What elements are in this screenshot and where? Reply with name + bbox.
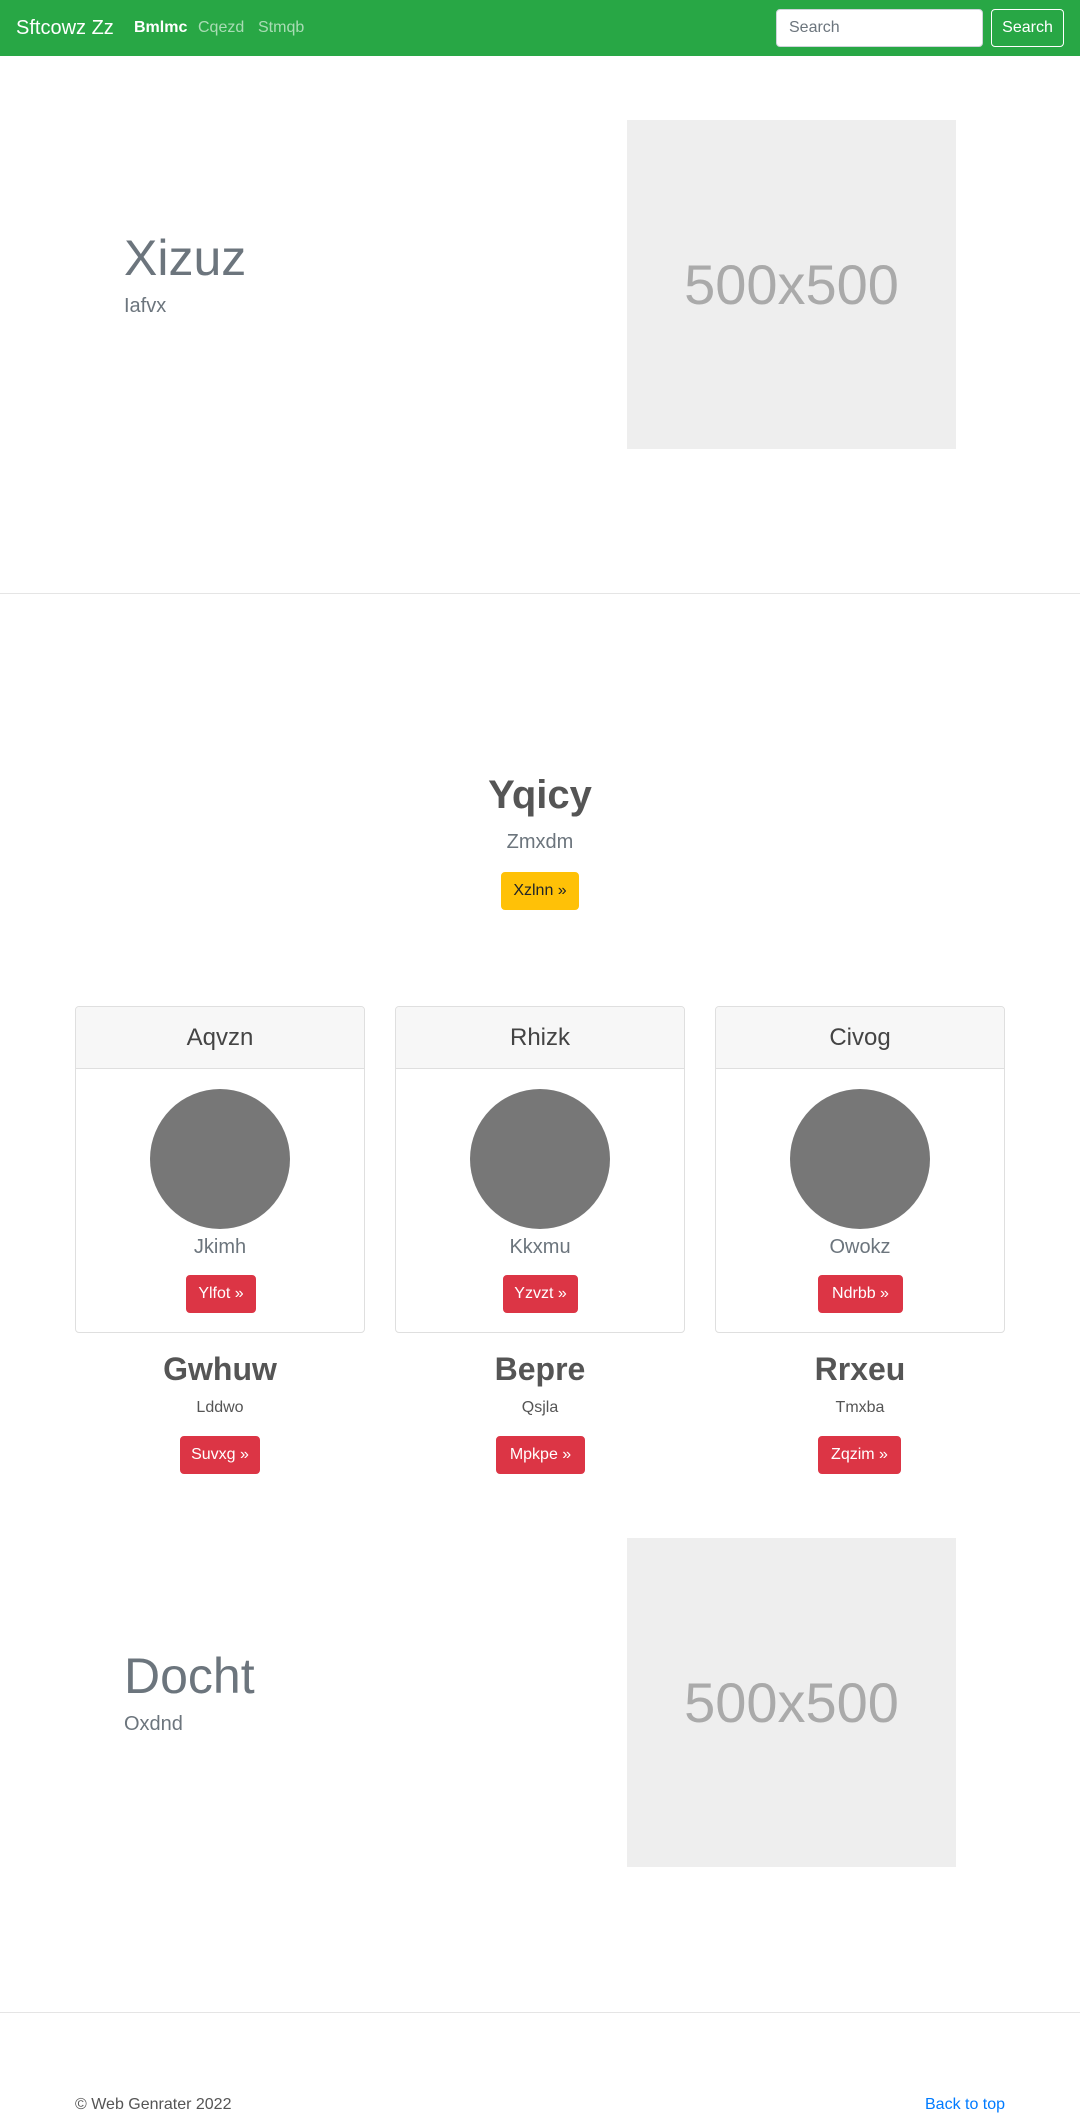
search-input[interactable] xyxy=(776,9,983,47)
feature-1-subheading: Iafvx xyxy=(124,295,167,317)
card-text: Kkxmu xyxy=(509,1236,571,1258)
column-button-mpkpe[interactable]: Mpkpe » xyxy=(496,1436,585,1474)
card-button[interactable]: Yzvzt » xyxy=(503,1275,578,1313)
nav-link-bmlmc[interactable]: Bmlmc xyxy=(134,17,187,39)
column-heading-bepre: Bepre xyxy=(494,1351,586,1387)
feature-1-heading: Xizuz xyxy=(124,230,247,286)
card-button[interactable]: Ndrbb » xyxy=(818,1275,903,1313)
feature-1-image: 500x500 xyxy=(627,120,956,449)
divider-1 xyxy=(0,593,1080,594)
card-text: Owokz xyxy=(829,1236,891,1258)
column-text-tmxba: Tmxba xyxy=(835,1399,885,1416)
column-heading-gwhuw: Gwhuw xyxy=(163,1351,277,1387)
center-heading: Yqicy xyxy=(488,773,592,817)
column-button-suvxg[interactable]: Suvxg » xyxy=(180,1436,260,1474)
feature-2-image: 500x500 xyxy=(627,1538,956,1867)
card-button[interactable]: Ylfot » xyxy=(186,1275,256,1313)
navbar: Sftcowz Zz Bmlmc Cqezd Stmqb Search xyxy=(0,0,1080,56)
card-rhizk: Rhizk Kkxmu Yzvzt » xyxy=(395,1006,685,1333)
feature-2-subheading: Oxdnd xyxy=(124,1713,183,1735)
card-avatar xyxy=(790,1089,930,1229)
center-cta-button[interactable]: Xzlnn » xyxy=(501,872,579,910)
footer-copyright: © Web Genrater 2022 xyxy=(75,2096,232,2113)
column-text-lddwo: Lddwo xyxy=(196,1399,244,1416)
feature-2-heading: Docht xyxy=(124,1648,255,1704)
search-button[interactable]: Search xyxy=(991,9,1064,47)
feature-2-image-label: 500x500 xyxy=(684,1671,899,1734)
card-header: Rhizk xyxy=(396,1007,684,1069)
column-button-zqzim[interactable]: Zqzim » xyxy=(818,1436,901,1474)
nav-link-stmqb[interactable]: Stmqb xyxy=(258,17,304,39)
navbar-brand[interactable]: Sftcowz Zz xyxy=(16,14,114,42)
feature-1-image-label: 500x500 xyxy=(684,253,899,316)
card-header: Civog xyxy=(716,1007,1004,1069)
card-civog: Civog Owokz Ndrbb » xyxy=(715,1006,1005,1333)
card-header: Aqvzn xyxy=(76,1007,364,1069)
back-to-top-link[interactable]: Back to top xyxy=(925,2094,1005,2116)
card-avatar xyxy=(470,1089,610,1229)
nav-link-cqezd[interactable]: Cqezd xyxy=(198,17,244,39)
card-avatar xyxy=(150,1089,290,1229)
center-subheading: Zmxdm xyxy=(506,831,574,853)
card-aqvzn: Aqvzn Jkimh Ylfot » xyxy=(75,1006,365,1333)
card-text: Jkimh xyxy=(193,1236,247,1258)
column-heading-rrxeu: Rrxeu xyxy=(814,1351,906,1387)
divider-2 xyxy=(0,2012,1080,2013)
column-text-qsjla: Qsjla xyxy=(521,1399,559,1416)
